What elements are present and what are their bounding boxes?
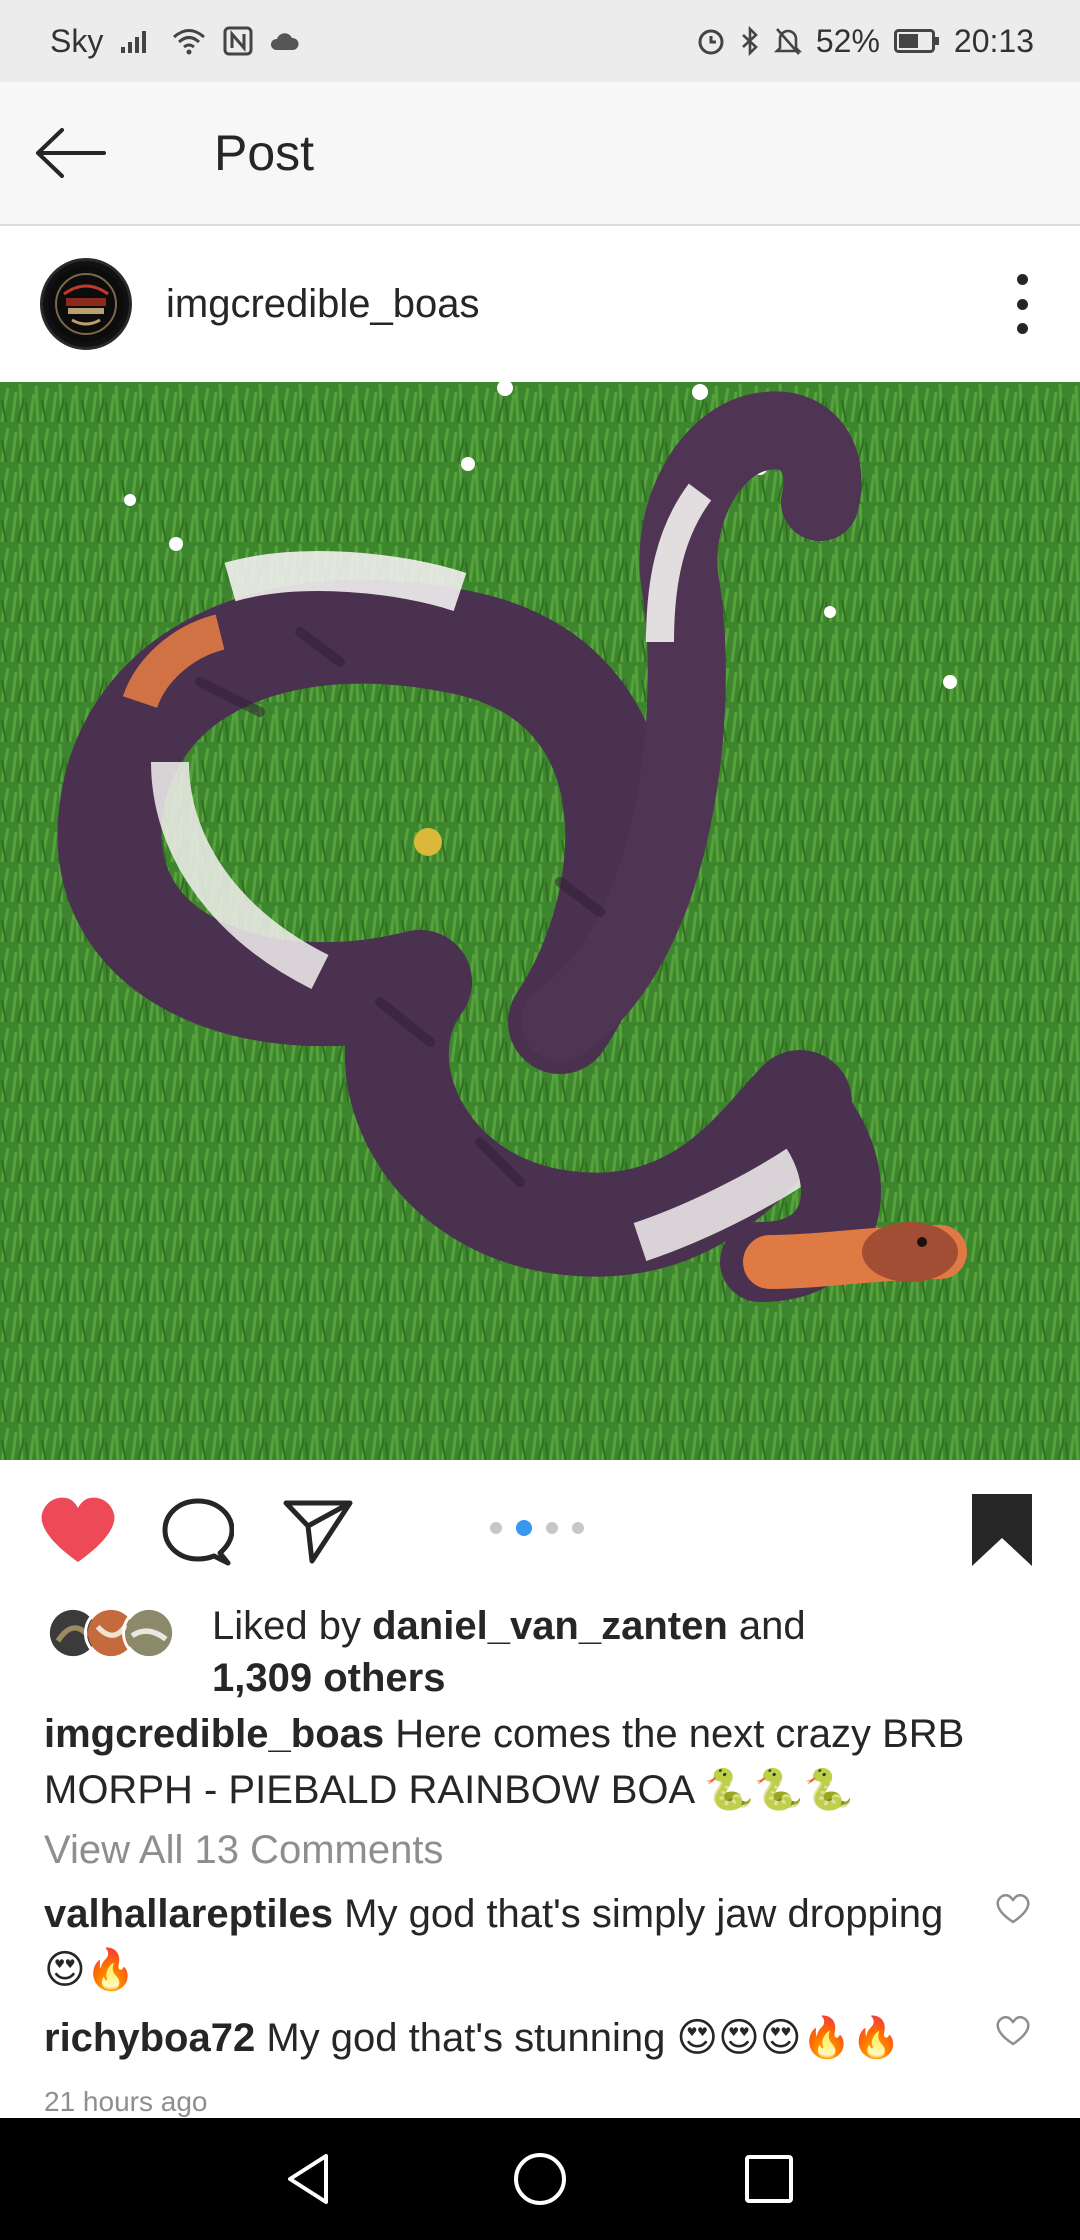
- post-caption: imgcredible_boas Here comes the next cra…: [44, 1706, 1044, 1818]
- share-icon[interactable]: [282, 1498, 354, 1564]
- carousel-indicator: [490, 1520, 584, 1536]
- back-arrow-icon: [36, 128, 106, 178]
- author-avatar[interactable]: [40, 258, 132, 350]
- post-photo[interactable]: [0, 382, 1080, 1460]
- likes-summary: Liked by daniel_van_zanten and 1,309 othe…: [212, 1600, 1052, 1704]
- battery-percent: 52%: [815, 22, 880, 59]
- brand-logo-icon: [48, 266, 124, 342]
- mute-icon: [773, 26, 802, 56]
- post-timestamp: 21 hours ago: [44, 2086, 208, 2117]
- comment-text: My god that's stunning 😍😍😍🔥🔥: [255, 2016, 902, 2060]
- bookmark-icon[interactable]: [970, 1492, 1034, 1568]
- comment-username[interactable]: richyboa72: [44, 2016, 255, 2060]
- more-options-icon[interactable]: [1010, 274, 1034, 334]
- recents-nav-icon[interactable]: [738, 2148, 800, 2210]
- comment-item: richyboa72 My god that's stunning 😍😍😍🔥🔥: [44, 2010, 974, 2066]
- nfc-icon: [223, 26, 253, 56]
- carrier-label: Sky: [50, 22, 104, 59]
- author-username[interactable]: imgcredible_boas: [166, 282, 480, 327]
- cloud-icon: [269, 30, 299, 52]
- likes-and: and: [727, 1604, 806, 1648]
- home-nav-icon[interactable]: [509, 2148, 571, 2210]
- carousel-dot: [490, 1522, 502, 1534]
- battery-icon: [893, 29, 940, 53]
- view-all-comments-link[interactable]: View All 13 Comments: [44, 1828, 443, 1873]
- status-bar: Sky 52% 20:13: [0, 0, 1080, 82]
- likes-others-count[interactable]: 1,309 others: [212, 1656, 445, 1700]
- likes-section: Liked by daniel_van_zanten and 1,309 othe…: [0, 1596, 1080, 1706]
- wifi-icon: [171, 26, 207, 56]
- carousel-dot: [546, 1522, 558, 1534]
- bluetooth-icon: [740, 26, 760, 56]
- liker-avatars[interactable]: [46, 1606, 186, 1662]
- comment-username[interactable]: valhallareptiles: [44, 1892, 333, 1936]
- heart-icon[interactable]: [40, 1496, 116, 1564]
- system-nav-bar: [0, 2118, 1080, 2240]
- app-header: Post: [0, 82, 1080, 226]
- page-title: Post: [214, 125, 315, 181]
- back-nav-icon[interactable]: [280, 2148, 342, 2210]
- carousel-dot-active: [516, 1520, 532, 1536]
- comment-item: valhallareptiles My god that's simply ja…: [44, 1886, 974, 1998]
- liker-username[interactable]: daniel_van_zanten: [372, 1604, 728, 1648]
- signal-icon: [119, 27, 155, 55]
- clock: 20:13: [953, 22, 1034, 59]
- post-actions: [0, 1460, 1080, 1596]
- alarm-icon: [696, 26, 726, 56]
- comment-like-icon[interactable]: [996, 2016, 1030, 2046]
- likes-prefix: Liked by: [212, 1604, 373, 1648]
- back-button[interactable]: [34, 123, 106, 183]
- avatar: [122, 1606, 176, 1660]
- caption-username[interactable]: imgcredible_boas: [44, 1712, 384, 1756]
- comment-icon[interactable]: [162, 1498, 234, 1566]
- carousel-dot: [572, 1522, 584, 1534]
- post-header: imgcredible_boas: [0, 226, 1080, 382]
- comment-like-icon[interactable]: [996, 1894, 1030, 1924]
